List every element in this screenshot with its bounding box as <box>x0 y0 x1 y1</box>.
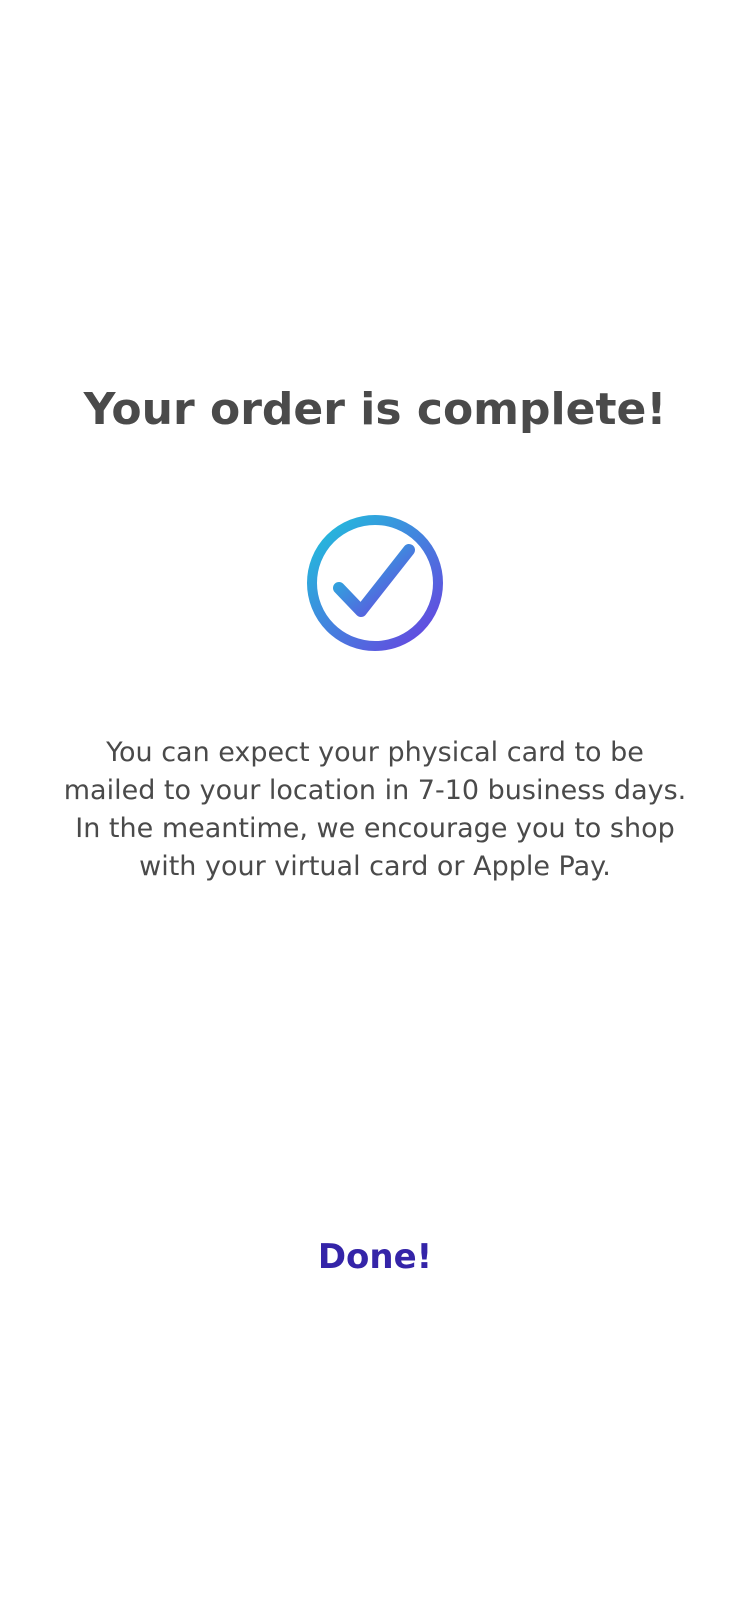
message-line: You can expect your physical card to be <box>106 737 644 768</box>
message-line: In the meantime, we encourage you to sho… <box>75 813 675 844</box>
message-line: mailed to your location in 7-10 business… <box>63 775 687 806</box>
check-circle-icon <box>305 513 445 653</box>
done-button[interactable]: Done! <box>275 1225 475 1289</box>
message-line: with your virtual card or Apple Pay. <box>139 851 611 882</box>
confirmation-message: You can expect your physical card to be … <box>60 734 690 886</box>
check-circle-graphic <box>307 515 443 651</box>
check-ring <box>307 515 443 651</box>
check-mark <box>333 544 415 617</box>
page-title: Your order is complete! <box>83 384 667 435</box>
